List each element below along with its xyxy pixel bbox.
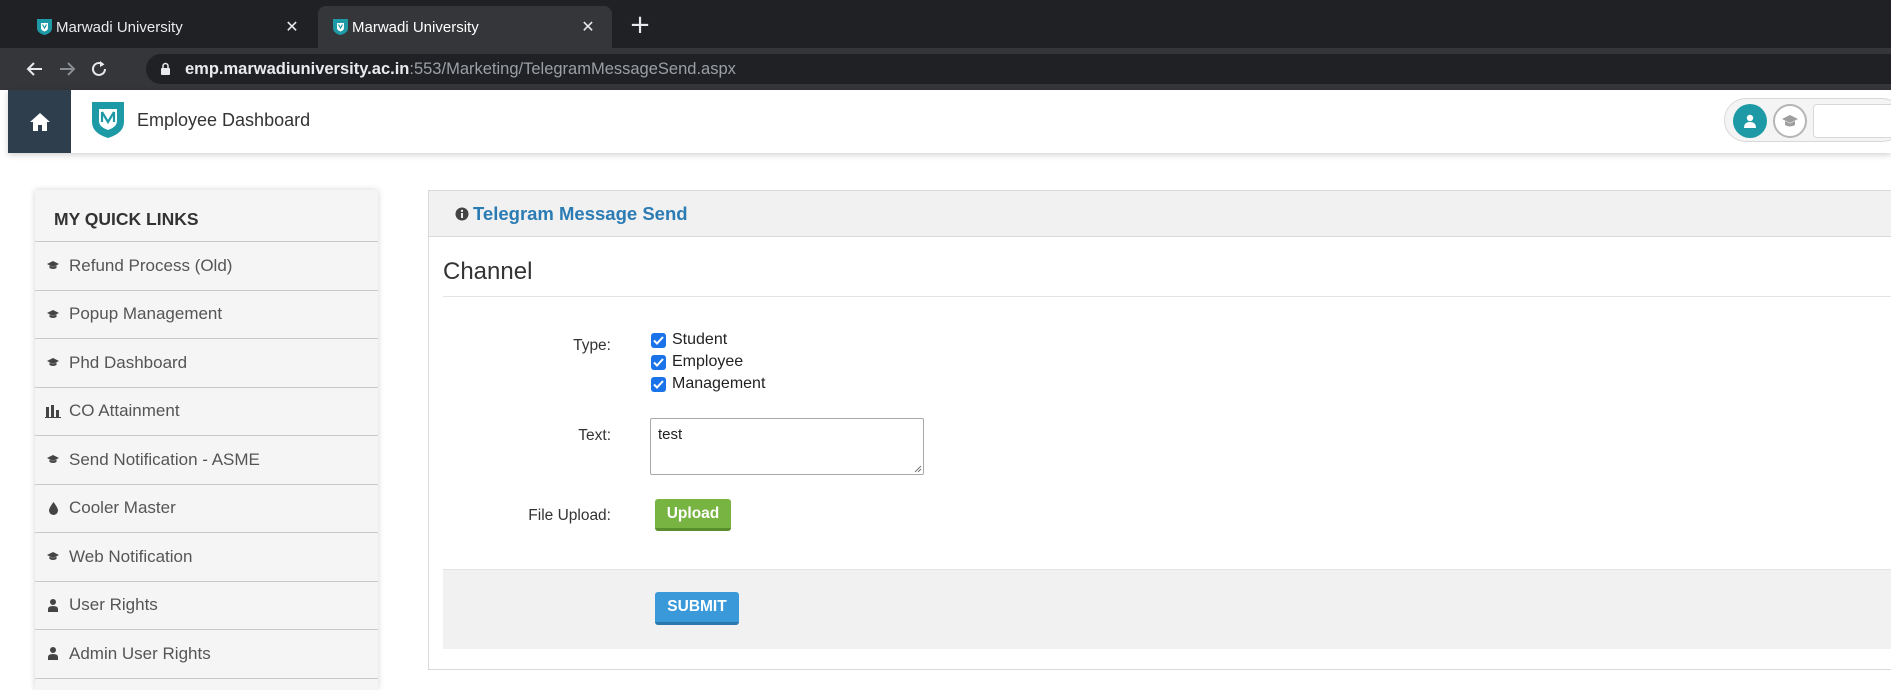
sidebar-item-web-notification[interactable]: Web Notification <box>35 533 378 582</box>
sidebar-item-phd-dashboard[interactable]: Phd Dashboard <box>35 339 378 388</box>
university-shield-icon <box>333 19 348 35</box>
file-upload-label: File Upload: <box>528 507 611 524</box>
sidebar-item-label: Send Notification - ASME <box>69 449 260 469</box>
sidebar-item-refund-process[interactable]: Refund Process (Old) <box>35 242 378 291</box>
user-icon <box>1744 114 1756 128</box>
sidebar-item-label: User Rights <box>69 595 158 615</box>
text-label: Text: <box>578 427 611 444</box>
sidebar-item-popup-management[interactable]: Popup Management <box>35 291 378 339</box>
checkbox-checked-icon[interactable] <box>651 376 666 392</box>
checkbox-checked-icon[interactable] <box>651 354 666 370</box>
university-logo <box>92 102 124 138</box>
info-icon <box>455 207 469 220</box>
tab-title: Marwadi University <box>352 18 479 36</box>
browser-tab-strip: Marwadi University ✕ Marwadi University … <box>0 0 1891 48</box>
checkbox-checked-icon[interactable] <box>651 332 666 348</box>
checkbox-label: Employee <box>672 353 744 370</box>
section-divider <box>443 296 1891 297</box>
form-actions: SUBMIT <box>443 569 1891 649</box>
type-option-student[interactable]: Student <box>651 331 727 349</box>
home-icon <box>29 112 50 131</box>
graduation-cap-icon <box>41 451 65 469</box>
graduation-cap-icon <box>41 548 65 566</box>
submit-button[interactable]: SUBMIT <box>655 592 739 625</box>
droplet-icon <box>41 499 65 517</box>
resize-grip-icon[interactable] <box>913 464 922 473</box>
sidebar-item-send-notification-asme[interactable]: Send Notification - ASME <box>35 436 378 485</box>
home-button[interactable] <box>8 90 71 153</box>
type-option-employee[interactable]: Employee <box>651 353 743 371</box>
sidebar-item-co-attainment[interactable]: CO Attainment <box>35 388 378 436</box>
bar-chart-icon <box>41 402 65 420</box>
sidebar-item-user-rights[interactable]: User Rights <box>35 582 378 630</box>
type-option-management[interactable]: Management <box>651 375 765 393</box>
browser-toolbar: emp.marwadiuniversity.ac.in:553/Marketin… <box>0 48 1891 90</box>
forward-arrow-icon[interactable] <box>54 56 80 82</box>
upload-button[interactable]: Upload <box>655 499 731 531</box>
sidebar-item-label: Web Notification <box>69 546 193 566</box>
sidebar-item-label: Phd Dashboard <box>69 352 188 372</box>
lock-icon <box>161 62 170 75</box>
browser-tab-1[interactable]: Marwadi University ✕ <box>22 6 316 48</box>
top-navbar: Employee Dashboard <box>8 90 1891 153</box>
browser-tab-2[interactable]: Marwadi University ✕ <box>318 6 612 48</box>
checkbox-label: Student <box>672 331 728 348</box>
url-text: emp.marwadiuniversity.ac.in:553/Marketin… <box>185 60 736 79</box>
user-menu[interactable] <box>1724 98 1891 142</box>
new-tab-button[interactable]: + <box>626 12 654 40</box>
university-shield-icon <box>37 19 52 35</box>
user-icon <box>41 645 65 663</box>
sidebar-item-label: Popup Management <box>69 304 223 324</box>
page-content: Employee Dashboard MY QUICK LINKS Refund <box>8 90 1891 690</box>
user-icon <box>41 596 65 614</box>
telegram-message-panel: Telegram Message Send Channel Type: Stud… <box>428 190 1891 670</box>
type-label: Type: <box>573 337 611 354</box>
close-tab-icon[interactable]: ✕ <box>578 17 598 37</box>
close-tab-icon[interactable]: ✕ <box>282 17 302 37</box>
section-title: Channel <box>443 258 533 285</box>
graduation-cap-icon <box>1782 115 1798 127</box>
sidebar-item-label: Cooler Master <box>69 498 176 518</box>
url-host: emp.marwadiuniversity.ac.in <box>185 59 410 78</box>
textarea-value: test <box>658 426 683 443</box>
graduation-cap-icon <box>41 305 65 323</box>
graduation-cap-icon <box>41 354 65 372</box>
checkbox-label: Management <box>672 375 766 392</box>
back-arrow-icon[interactable] <box>22 56 48 82</box>
address-bar[interactable]: emp.marwadiuniversity.ac.in:553/Marketin… <box>146 54 1891 84</box>
sidebar-heading: MY QUICK LINKS <box>35 190 378 242</box>
sidebar-item-label: Admin User Rights <box>69 643 211 663</box>
graduation-cap-icon <box>41 257 65 275</box>
user-search-field[interactable] <box>1813 104 1891 138</box>
dashboard-title: Employee Dashboard <box>137 110 311 130</box>
panel-header: Telegram Message Send <box>429 191 1891 237</box>
student-role-button[interactable] <box>1773 104 1807 138</box>
quick-links-sidebar: MY QUICK LINKS Refund Process (Old) Popu… <box>35 190 378 690</box>
message-textarea[interactable]: test <box>650 418 924 475</box>
sidebar-item-cooler-master[interactable]: Cooler Master <box>35 485 378 533</box>
sidebar-item-admin-user-rights[interactable]: Admin User Rights <box>35 630 378 679</box>
tab-title: Marwadi University <box>56 18 183 36</box>
panel-title: Telegram Message Send <box>473 202 688 224</box>
url-path: :553/Marketing/TelegramMessageSend.aspx <box>409 59 736 78</box>
reload-icon[interactable] <box>86 56 112 82</box>
sidebar-item-label: Refund Process (Old) <box>69 255 233 275</box>
sidebar-item-label: CO Attainment <box>69 401 180 421</box>
avatar[interactable] <box>1733 104 1767 138</box>
